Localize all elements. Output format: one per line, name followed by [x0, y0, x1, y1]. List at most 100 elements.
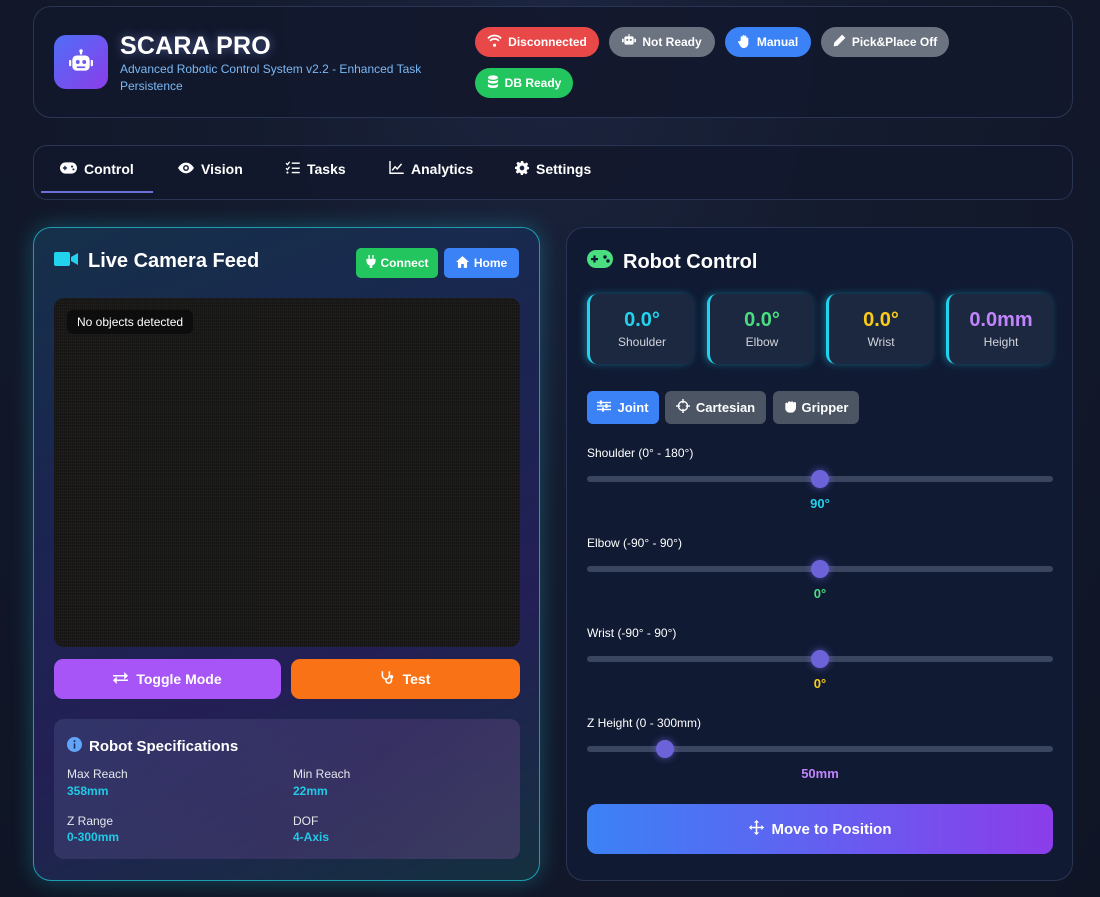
robot-icon	[54, 35, 108, 89]
tab-label: Control	[84, 161, 134, 177]
eye-icon	[178, 161, 194, 177]
stethoscope-icon	[381, 670, 395, 688]
cartesian-mode-button[interactable]: Cartesian	[665, 391, 766, 424]
z-height-slider[interactable]	[587, 740, 1053, 758]
ready-status-badge[interactable]: Not Ready	[609, 27, 715, 57]
slider-thumb[interactable]	[811, 650, 829, 668]
gamepad-icon	[60, 161, 77, 177]
camera-title-text: Live Camera Feed	[88, 250, 260, 272]
specs-title-text: Robot Specifications	[89, 738, 239, 755]
slider-thumb[interactable]	[811, 560, 829, 578]
tab-control[interactable]: Control	[60, 146, 134, 192]
camera-panel: Live Camera Feed Connect Home No objects…	[33, 227, 540, 881]
joint-label: Elbow	[745, 335, 779, 349]
crosshairs-icon	[675, 399, 690, 416]
connection-status-badge[interactable]: Disconnected	[475, 27, 599, 57]
shoulder-readout: 0.0° Shoulder	[587, 294, 694, 364]
slider-thumb[interactable]	[655, 740, 674, 758]
tab-settings[interactable]: Settings	[515, 146, 591, 192]
elbow-slider-label: Elbow (-90° - 90°)	[587, 536, 682, 550]
detection-status-label: No objects detected	[67, 310, 194, 334]
active-tab-indicator	[41, 191, 153, 193]
robot-specifications-card: Robot Specifications Max Reach 358mm Min…	[54, 719, 520, 859]
app-subtitle: Advanced Robotic Control System v2.2 - E…	[120, 62, 422, 93]
mode-label: Gripper	[801, 400, 849, 415]
tab-label: Tasks	[307, 161, 346, 177]
home-button[interactable]: Home	[444, 248, 519, 278]
mode-status-badge[interactable]: Manual	[725, 27, 811, 57]
joint-value: 0.0°	[863, 309, 899, 331]
connect-label: Connect	[380, 256, 429, 270]
spec-value: 22mm	[293, 784, 328, 798]
shoulder-slider[interactable]	[587, 470, 1053, 488]
mode-label: Joint	[617, 400, 649, 415]
shoulder-slider-value: 90°	[810, 496, 830, 511]
spec-label: Min Reach	[293, 767, 351, 781]
height-readout: 0.0mm Height	[946, 294, 1053, 364]
wrist-readout: 0.0° Wrist	[826, 294, 933, 364]
wifi-icon	[487, 34, 502, 50]
wrist-slider[interactable]	[587, 650, 1053, 668]
gear-icon	[515, 160, 529, 178]
wrist-slider-label: Wrist (-90° - 90°)	[587, 626, 677, 640]
badge-label: Manual	[756, 35, 799, 49]
robot-icon	[622, 34, 637, 50]
joint-mode-button[interactable]: Joint	[587, 391, 659, 424]
home-label: Home	[473, 256, 508, 270]
joint-label: Shoulder	[617, 335, 667, 349]
camera-feed-view[interactable]: No objects detected	[54, 298, 520, 647]
plug-icon	[365, 255, 376, 271]
tab-label: Settings	[536, 161, 592, 177]
move-label: Move to Position	[771, 820, 892, 838]
control-title-text: Robot Control	[623, 250, 758, 273]
spec-value: 0-300mm	[67, 830, 120, 844]
elbow-slider-value: 0°	[813, 586, 827, 601]
hand-grab-icon	[784, 399, 796, 416]
spec-value: 4-Axis	[293, 830, 330, 844]
spec-label: DOF	[293, 814, 319, 828]
badge-label: Not Ready	[642, 35, 702, 49]
spec-value: 358mm	[67, 784, 109, 798]
tab-label: Analytics	[411, 161, 474, 177]
tab-vision[interactable]: Vision	[178, 146, 243, 192]
elbow-slider[interactable]	[587, 560, 1053, 578]
z-height-slider-value: 50mm	[801, 766, 839, 781]
shoulder-slider-label: Shoulder (0° - 180°)	[587, 446, 694, 460]
spec-label: Max Reach	[67, 767, 128, 781]
spec-label: Z Range	[67, 814, 114, 828]
sliders-icon	[597, 400, 612, 415]
toggle-mode-button[interactable]: Toggle Mode	[54, 659, 281, 699]
badge-label: DB Ready	[504, 76, 562, 90]
main-tabs: Control Vision Tasks Analytics Settings	[33, 145, 1073, 200]
pencil-icon	[833, 34, 846, 50]
mode-label: Cartesian	[695, 400, 756, 415]
control-panel-title: Robot Control	[587, 250, 757, 274]
gamepad-icon	[587, 250, 613, 274]
gripper-mode-button[interactable]: Gripper	[773, 391, 859, 424]
badge-label: Pick&Place Off	[851, 35, 938, 49]
connect-button[interactable]: Connect	[356, 248, 438, 278]
slider-thumb[interactable]	[811, 470, 829, 488]
tab-label: Vision	[201, 161, 243, 177]
db-status-badge[interactable]: DB Ready	[475, 68, 573, 98]
badge-label: Disconnected	[508, 35, 587, 49]
database-icon	[487, 74, 499, 92]
test-button[interactable]: Test	[291, 659, 520, 699]
app-title: SCARA PRO	[120, 32, 271, 60]
hand-icon	[737, 34, 751, 51]
tab-analytics[interactable]: Analytics	[389, 146, 473, 192]
joint-value: 0.0°	[624, 309, 660, 331]
home-icon	[455, 255, 469, 271]
joint-label: Wrist	[867, 335, 895, 349]
exchange-icon	[113, 671, 129, 688]
move-to-position-button[interactable]: Move to Position	[587, 804, 1053, 854]
robot-control-panel: Robot Control 0.0° Shoulder 0.0° Elbow 0…	[566, 227, 1073, 881]
z-height-slider-label: Z Height (0 - 300mm)	[587, 716, 702, 730]
video-camera-icon	[54, 250, 78, 273]
app-header: SCARA PRO Advanced Robotic Control Syste…	[33, 6, 1073, 118]
pick-place-status-badge[interactable]: Pick&Place Off	[821, 27, 949, 57]
camera-panel-title: Live Camera Feed	[54, 250, 259, 273]
joint-label: Height	[983, 335, 1019, 349]
tab-tasks[interactable]: Tasks	[285, 146, 346, 192]
specs-title: Robot Specifications	[67, 737, 238, 756]
